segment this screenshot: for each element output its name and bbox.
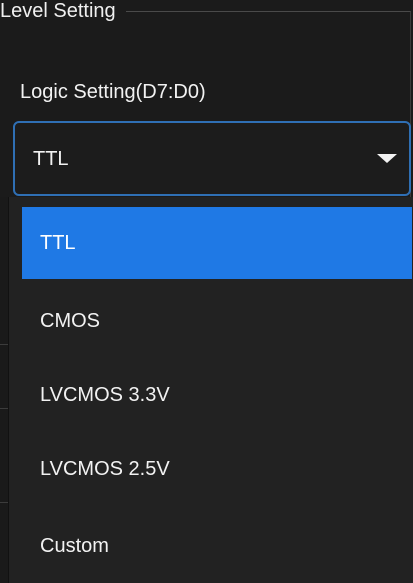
divider: [0, 408, 9, 409]
chevron-down-icon[interactable]: [377, 154, 397, 163]
logic-setting-select[interactable]: TTL: [13, 121, 411, 196]
option-label: Custom: [40, 535, 109, 557]
logic-setting-label: Logic Setting(D7:D0): [20, 81, 206, 103]
option-label: CMOS: [40, 310, 100, 332]
divider: [0, 344, 9, 345]
logic-setting-dropdown: TTL CMOS LVCMOS 3.3V LVCMOS 2.5V Custom: [9, 197, 413, 583]
option-lvcmos-2-5v[interactable]: LVCMOS 2.5V: [22, 433, 412, 505]
option-label: TTL: [40, 232, 76, 254]
group-title: Level Setting: [0, 0, 126, 26]
option-ttl[interactable]: TTL: [22, 207, 412, 279]
option-custom[interactable]: Custom: [22, 510, 412, 582]
option-label: LVCMOS 2.5V: [40, 458, 170, 480]
level-setting-panel: Level Setting Logic Setting(D7:D0) TTL T…: [0, 0, 413, 583]
background-edge: [0, 197, 9, 583]
divider: [0, 502, 9, 503]
option-cmos[interactable]: CMOS: [22, 285, 412, 357]
select-current-value: TTL: [33, 148, 69, 170]
option-lvcmos-3-3v[interactable]: LVCMOS 3.3V: [22, 359, 412, 431]
option-label: LVCMOS 3.3V: [40, 384, 170, 406]
